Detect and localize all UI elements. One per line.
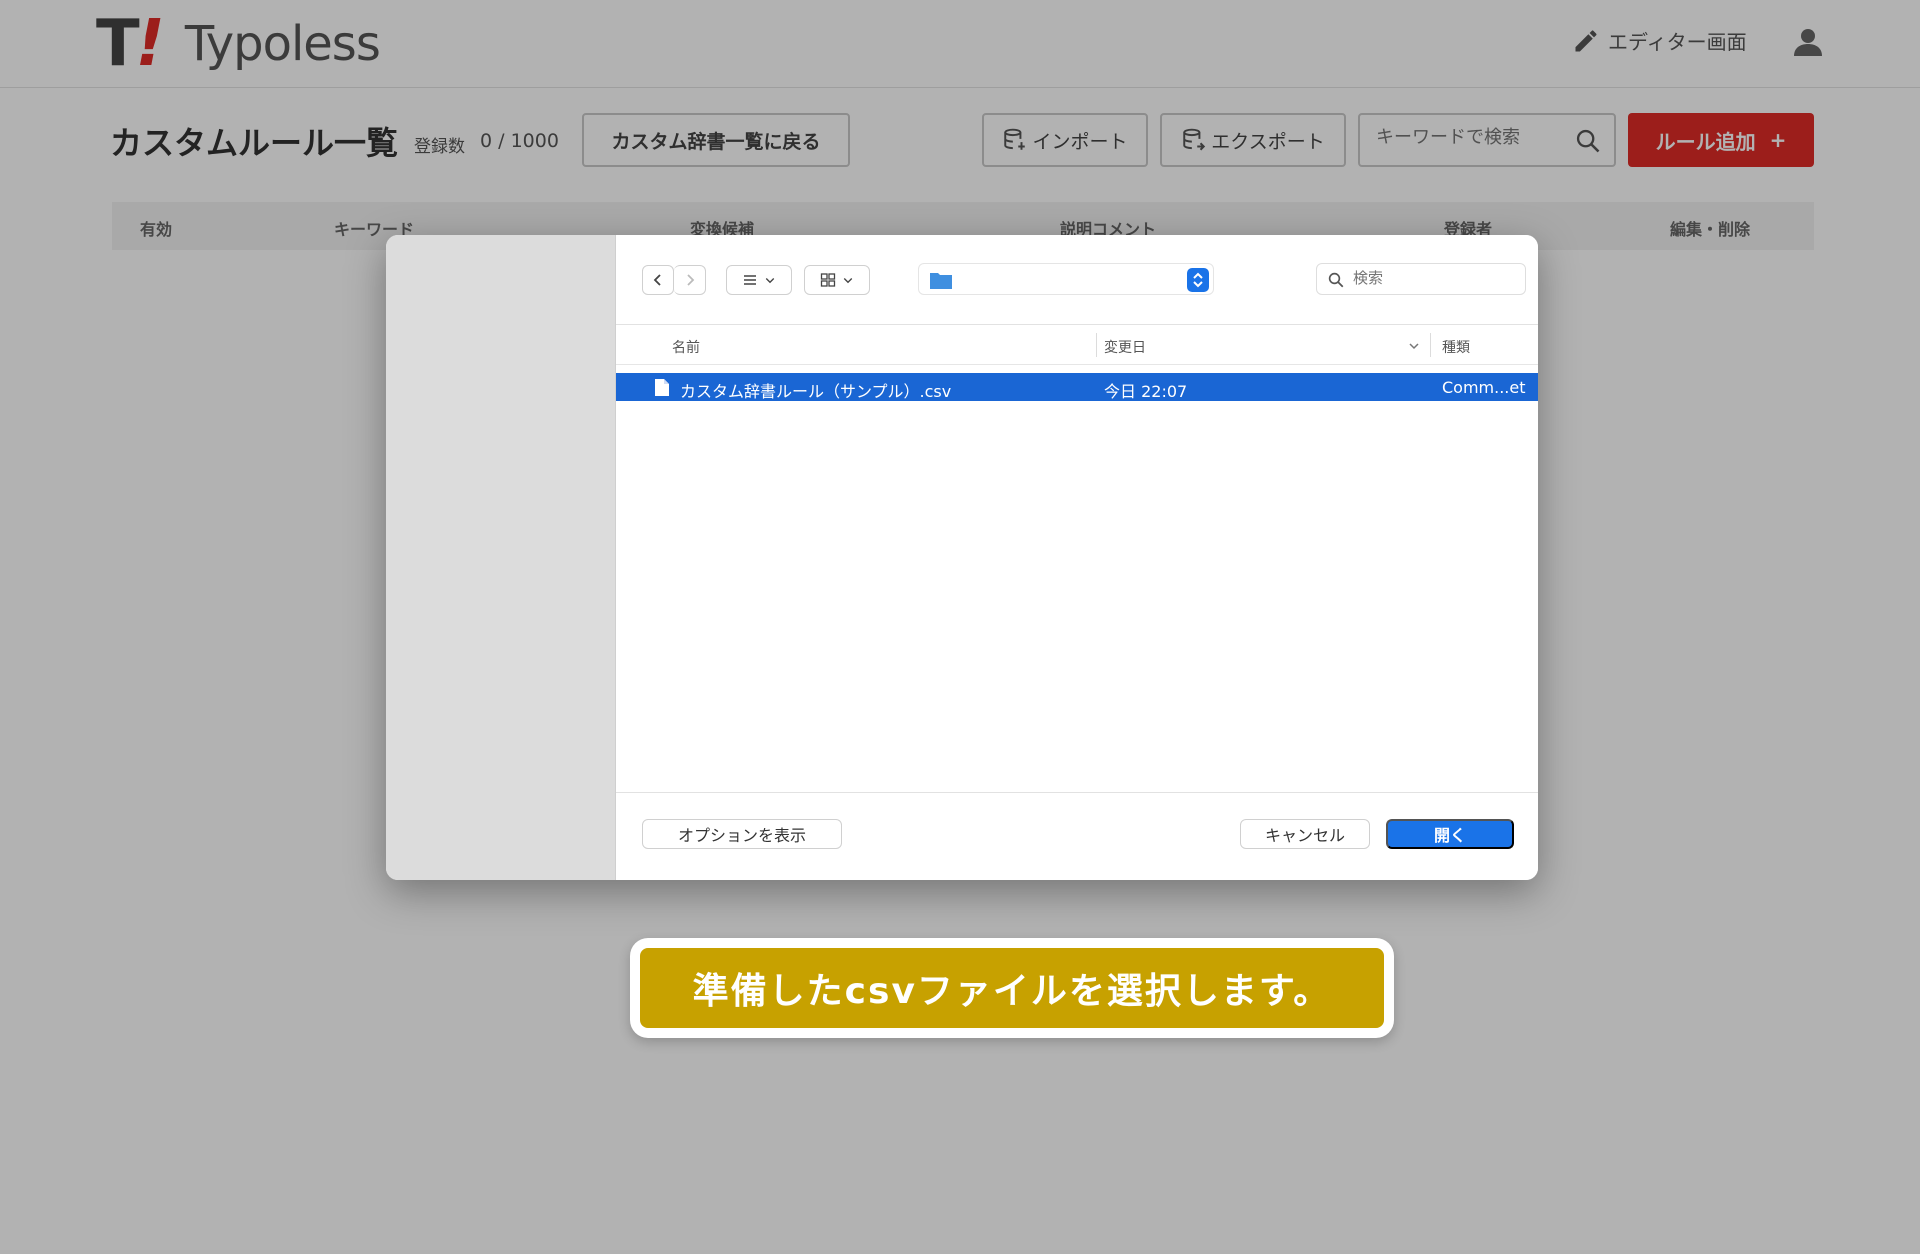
file-open-dialog: 名前 変更日 種類 カスタム辞書ルール（サンプル）.csv 今日 22:07 C… [386,235,1538,880]
instruction-caption-text: 準備したcsvファイルを選択します。 [692,971,1332,1012]
sort-chevron-icon [1409,343,1419,350]
cancel-button[interactable]: キャンセル [1240,819,1370,849]
file-kind: Comm...et [1442,378,1526,397]
file-list-header: 名前 変更日 種類 [616,325,1538,365]
location-stepper-icon [1187,268,1209,292]
show-options-button[interactable]: オプションを表示 [642,819,842,849]
file-row-selected[interactable]: カスタム辞書ルール（サンプル）.csv 今日 22:07 Comm...et [616,373,1538,401]
dialog-toolbar [616,235,1538,325]
dialog-search-input[interactable] [1353,269,1513,287]
back-button[interactable] [642,265,674,295]
column-separator[interactable] [1430,333,1431,357]
list-view-icon [744,275,756,285]
dialog-sidebar [386,235,616,880]
chevron-right-icon [686,274,694,286]
file-name: カスタム辞書ルール（サンプル）.csv [680,382,952,401]
chevron-down-icon [843,278,853,284]
instruction-caption-banner: 準備したcsvファイルを選択します。 [640,948,1384,1028]
grid-view-button[interactable] [804,265,870,295]
grid-view-icon [820,273,836,287]
column-kind[interactable]: 種類 [1442,337,1470,357]
list-view-button[interactable] [726,265,792,295]
chevron-left-icon [653,274,661,286]
chevron-down-icon [765,278,775,284]
document-icon [655,379,669,396]
folder-icon [930,273,952,289]
instruction-caption: 準備したcsvファイルを選択します。 [630,938,1394,1038]
search-icon [1328,272,1344,288]
forward-button[interactable] [674,265,706,295]
dialog-footer: オプションを表示 キャンセル 開く [616,792,1538,880]
dialog-search-box [1316,263,1526,295]
open-button[interactable]: 開く [1386,819,1514,849]
column-name[interactable]: 名前 [672,337,700,357]
file-modified: 今日 22:07 [1104,382,1188,401]
column-separator[interactable] [1096,333,1097,357]
location-popup[interactable] [918,263,1214,295]
column-modified[interactable]: 変更日 [1104,337,1146,357]
